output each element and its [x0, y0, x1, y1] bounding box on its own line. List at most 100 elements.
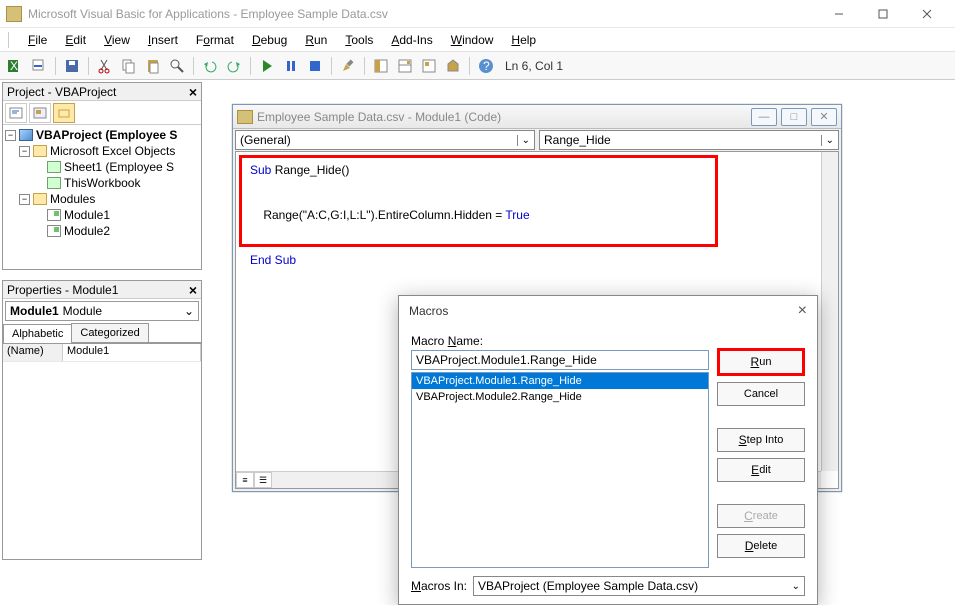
delete-button[interactable]: Delete — [717, 534, 805, 558]
edit-button[interactable]: Edit — [717, 458, 805, 482]
macro-name-input[interactable]: VBAProject.Module1.Range_Hide — [411, 350, 709, 370]
project-tree[interactable]: −VBAProject (Employee S −Microsoft Excel… — [3, 125, 201, 269]
properties-pane-close-button[interactable]: × — [189, 282, 197, 298]
module-icon — [47, 209, 61, 221]
folder-icon — [33, 193, 47, 205]
project-pane-header: Project - VBAProject × — [3, 83, 201, 101]
macros-dialog-titlebar[interactable]: Macros × — [399, 296, 817, 326]
find-button[interactable] — [166, 55, 188, 77]
scrollbar-vertical[interactable] — [821, 152, 838, 471]
main-toolbar: X ? Ln 6, Col 1 — [0, 52, 955, 80]
menu-view[interactable]: View — [96, 31, 138, 49]
scrollbar-vertical[interactable] — [841, 159, 858, 480]
props-row-name-label: (Name) — [3, 344, 63, 361]
chevron-down-icon: ⌄ — [184, 304, 194, 318]
save-button[interactable] — [61, 55, 83, 77]
macro-list-item[interactable]: VBAProject.Module2.Range_Hide — [412, 389, 708, 405]
tree-excel-objects[interactable]: Microsoft Excel Objects — [50, 144, 175, 158]
cut-button[interactable] — [94, 55, 116, 77]
menu-addins[interactable]: Add-Ins — [383, 31, 440, 49]
procedure-dropdown[interactable]: Range_Hide⌄ — [539, 130, 839, 150]
tree-vbaproject[interactable]: VBAProject (Employee S — [36, 128, 177, 142]
tree-toggle-icon[interactable]: − — [5, 130, 16, 141]
code-window-titlebar[interactable]: Employee Sample Data.csv - Module1 (Code… — [233, 105, 841, 129]
view-object-button[interactable] — [29, 103, 51, 123]
properties-grid: (Name) Module1 — [3, 343, 201, 559]
reset-button[interactable] — [304, 55, 326, 77]
window-minimize-button[interactable] — [817, 0, 861, 28]
paste-button[interactable] — [142, 55, 164, 77]
props-tab-categorized[interactable]: Categorized — [71, 323, 148, 342]
toolbox-button[interactable] — [442, 55, 464, 77]
props-object-type: Module — [63, 304, 102, 318]
redo-button[interactable] — [223, 55, 245, 77]
tree-sheet1[interactable]: Sheet1 (Employee S — [64, 160, 174, 174]
svg-text:X: X — [10, 59, 18, 73]
tree-toggle-icon[interactable]: − — [19, 146, 30, 157]
folder-icon — [33, 145, 47, 157]
full-module-view-button[interactable]: ☰ — [254, 472, 272, 488]
tree-thisworkbook[interactable]: ThisWorkbook — [64, 176, 140, 190]
properties-window-button[interactable] — [394, 55, 416, 77]
menu-file[interactable]: File — [20, 31, 55, 49]
code-window-close-button[interactable]: ✕ — [811, 108, 837, 126]
svg-text:?: ? — [483, 59, 490, 73]
menu-window[interactable]: Window — [443, 31, 502, 49]
view-code-button[interactable] — [5, 103, 27, 123]
run-button[interactable] — [256, 55, 278, 77]
properties-pane-title: Properties - Module1 — [7, 283, 118, 297]
object-browser-button[interactable] — [418, 55, 440, 77]
macros-dialog-close-button[interactable]: × — [798, 302, 807, 320]
window-maximize-button[interactable] — [861, 0, 905, 28]
tree-module1[interactable]: Module1 — [64, 208, 110, 222]
tree-toggle-icon[interactable]: − — [19, 194, 30, 205]
menu-insert[interactable]: Insert — [140, 31, 186, 49]
menu-help[interactable]: Help — [503, 31, 544, 49]
macro-list-item[interactable]: VBAProject.Module1.Range_Hide — [412, 373, 708, 389]
menu-bar: File Edit View Insert Format Debug Run T… — [0, 28, 955, 52]
menu-run[interactable]: Run — [297, 31, 335, 49]
macro-list[interactable]: VBAProject.Module1.Range_Hide VBAProject… — [411, 372, 709, 568]
cancel-button[interactable]: Cancel — [717, 382, 805, 406]
props-object-name: Module1 — [10, 304, 59, 318]
macros-in-label: Macros In: — [411, 579, 467, 593]
workbook-icon — [47, 177, 61, 189]
vbaproject-icon — [19, 129, 33, 141]
macro-name-label: Macro Name: — [411, 334, 709, 348]
tree-modules-folder[interactable]: Modules — [50, 192, 95, 206]
menu-debug[interactable]: Debug — [244, 31, 295, 49]
procedure-dropdown-value: Range_Hide — [544, 133, 611, 147]
copy-button[interactable] — [118, 55, 140, 77]
props-row-name-value[interactable]: Module1 — [63, 344, 201, 361]
macros-in-value: VBAProject (Employee Sample Data.csv) — [478, 579, 698, 593]
view-excel-button[interactable]: X — [4, 55, 26, 77]
toggle-folders-button[interactable] — [53, 103, 75, 123]
procedure-view-button[interactable]: ≡ — [236, 472, 254, 488]
tree-module2[interactable]: Module2 — [64, 224, 110, 238]
insert-dropdown[interactable] — [28, 55, 50, 77]
macros-in-dropdown[interactable]: VBAProject (Employee Sample Data.csv) ⌄ — [473, 576, 805, 596]
project-explorer-pane: Project - VBAProject × −VBAProject (Empl… — [2, 82, 202, 270]
code-window-minimize-button[interactable]: — — [751, 108, 777, 126]
code-window-maximize-button[interactable]: □ — [781, 108, 807, 126]
menu-format[interactable]: Format — [188, 31, 242, 49]
run-button[interactable]: Run — [717, 348, 805, 376]
step-into-button[interactable]: Step Into — [717, 428, 805, 452]
project-explorer-button[interactable] — [370, 55, 392, 77]
macros-dialog: Macros × Macro Name: VBAProject.Module1.… — [398, 295, 818, 605]
help-button[interactable]: ? — [475, 55, 497, 77]
window-close-button[interactable] — [905, 0, 949, 28]
app-title: Microsoft Visual Basic for Applications … — [28, 7, 817, 21]
menu-tools[interactable]: Tools — [337, 31, 381, 49]
properties-object-select[interactable]: Module1 Module ⌄ — [5, 301, 199, 321]
properties-pane-header: Properties - Module1 × — [3, 281, 201, 299]
menu-edit[interactable]: Edit — [57, 31, 94, 49]
project-pane-close-button[interactable]: × — [189, 84, 197, 100]
design-mode-button[interactable] — [337, 55, 359, 77]
object-dropdown[interactable]: (General)⌄ — [235, 130, 535, 150]
create-button: Create — [717, 504, 805, 528]
chevron-down-icon: ⌄ — [792, 581, 800, 592]
undo-button[interactable] — [199, 55, 221, 77]
break-button[interactable] — [280, 55, 302, 77]
props-tab-alphabetic[interactable]: Alphabetic — [3, 324, 72, 343]
